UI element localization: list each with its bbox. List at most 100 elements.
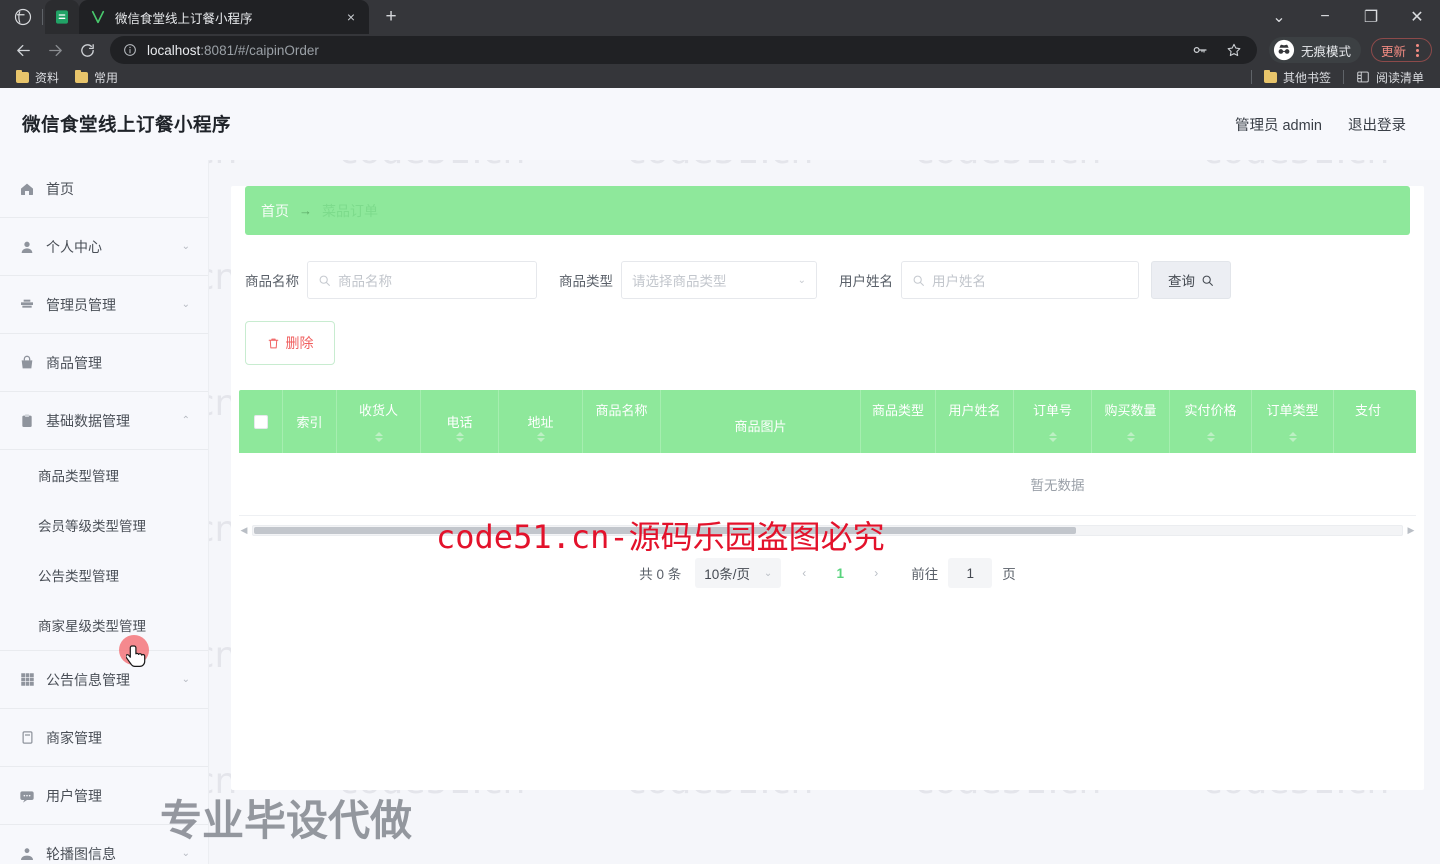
window-controls: ⌄ − ❐ ✕: [1256, 0, 1440, 34]
omnibox-actions: [1185, 35, 1249, 65]
breadcrumb-home[interactable]: 首页: [261, 201, 289, 221]
back-icon[interactable]: [8, 35, 38, 65]
tab-close-icon[interactable]: ×: [341, 7, 361, 27]
page-size-value: 10条/页: [704, 567, 751, 582]
sidebar-item-merchant-management[interactable]: 商家管理: [0, 709, 208, 767]
sort-arrows-icon[interactable]: [1048, 432, 1057, 442]
query-button-label: 查询: [1168, 274, 1195, 289]
sidebar-item-goods-management[interactable]: 商品管理: [0, 334, 208, 392]
window-expand-button[interactable]: ⌄: [1256, 0, 1302, 34]
chevron-down-icon: ⌄: [763, 567, 773, 579]
new-tab-button[interactable]: +: [377, 3, 405, 31]
sidebar-item-label: 基础数据管理: [46, 412, 130, 429]
sort-arrows-icon[interactable]: [1288, 432, 1297, 442]
table-header-label: 商品名称: [595, 403, 648, 418]
table-header-label: 商品类型: [871, 403, 924, 418]
query-button[interactable]: 查询: [1151, 261, 1231, 299]
sort-arrows-icon[interactable]: [1206, 432, 1215, 442]
window-close-button[interactable]: ✕: [1394, 0, 1440, 34]
goods-type-placeholder: 请选择商品类型: [632, 274, 727, 289]
table-header-cell-goods_type: 商品类型: [861, 390, 936, 453]
table-header-label: 实付价格: [1184, 403, 1237, 418]
bookmark-item[interactable]: 资料: [10, 67, 65, 88]
table-header-label: 订单类型: [1266, 403, 1319, 418]
scroll-right-icon[interactable]: ▶: [1406, 525, 1416, 536]
info-circle-icon[interactable]: [122, 42, 138, 58]
update-button[interactable]: 更新: [1370, 38, 1432, 62]
goods-icon: [18, 354, 36, 372]
goto-page-input[interactable]: 1: [948, 558, 993, 588]
logout-button[interactable]: 退出登录: [1348, 114, 1406, 135]
table-header-cell-order_type[interactable]: 订单类型: [1252, 390, 1334, 453]
sidebar-subitem-label: 商品类型管理: [38, 469, 119, 484]
reading-list-button[interactable]: 阅读清单: [1350, 67, 1430, 88]
delete-button[interactable]: 删除: [245, 321, 335, 365]
sidebar-item-notice-info-management[interactable]: 公告信息管理 ⌄: [0, 651, 208, 709]
page-size-select[interactable]: 10条/页 ⌄: [695, 558, 782, 588]
person-icon: [18, 845, 36, 863]
sort-arrows-icon[interactable]: [455, 432, 464, 442]
table-header-cell-phone[interactable]: 电话: [421, 390, 499, 453]
sidebar-item-personal-center[interactable]: 个人中心 ⌄: [0, 218, 208, 276]
sort-arrows-icon[interactable]: [374, 432, 383, 442]
sidebar-subitem-goods-type[interactable]: 商品类型管理: [0, 450, 208, 500]
tab-favicon-group: [6, 0, 79, 34]
forward-icon[interactable]: [40, 35, 70, 65]
select-all-checkbox[interactable]: [253, 414, 268, 429]
sidebar-item-admin-management[interactable]: 管理员管理 ⌄: [0, 276, 208, 334]
sidebar-subitem-label: 公告类型管理: [38, 569, 119, 584]
sidebar-subitem-member-level-type[interactable]: 会员等级类型管理: [0, 500, 208, 550]
window-minimize-button[interactable]: −: [1302, 0, 1348, 34]
tab-strip: 微信食堂线上订餐小程序 × + ⌄ − ❐ ✕: [0, 0, 1440, 34]
goods-name-input[interactable]: 商品名称: [307, 261, 537, 299]
user-icon: [18, 238, 36, 256]
sidebar-item-home[interactable]: 首页: [0, 160, 208, 218]
sort-arrows-icon[interactable]: [536, 432, 545, 442]
table-header-cell-address[interactable]: 地址: [499, 390, 583, 453]
table-header-label: 索引: [296, 415, 323, 430]
table-header-cell-goods_name: 商品名称: [583, 390, 661, 453]
breadcrumb-arrow-icon: →: [299, 203, 312, 218]
reload-icon[interactable]: [72, 35, 102, 65]
user-name-input[interactable]: 用户姓名: [901, 261, 1139, 299]
reading-list-icon: [1356, 70, 1370, 84]
table-header-label: 购买数量: [1104, 403, 1157, 418]
sidebar-item-label: 个人中心: [46, 238, 102, 255]
bookmark-star-icon[interactable]: [1219, 35, 1249, 65]
chevron-down-icon: ⌄: [181, 848, 190, 859]
sidebar-subitem-label: 商家星级类型管理: [38, 619, 146, 634]
admin-icon: [18, 296, 36, 314]
other-bookmarks-label: 其他书签: [1282, 70, 1331, 85]
address-bar[interactable]: localhost:8081/#/caipinOrder: [110, 36, 1257, 64]
watermark-red-text: code51.cn-源码乐园盗图必究: [436, 518, 885, 556]
sidebar-item-basic-data-management[interactable]: 基础数据管理 ⌃: [0, 392, 208, 450]
next-page-button[interactable]: ›: [863, 559, 889, 587]
other-bookmarks-button[interactable]: 其他书签: [1258, 67, 1337, 88]
bookmark-label: 资料: [35, 70, 60, 85]
table-header-cell-checkbox: [239, 390, 283, 453]
goods-type-select[interactable]: 请选择商品类型 ⌄: [621, 261, 817, 299]
browser-tab[interactable]: 微信食堂线上订餐小程序 ×: [79, 0, 369, 34]
table-header-cell-order_no[interactable]: 订单号: [1014, 390, 1092, 453]
prev-page-button[interactable]: ‹: [791, 559, 817, 587]
window-maximize-button[interactable]: ❐: [1348, 0, 1394, 34]
page-number-1[interactable]: 1: [827, 559, 853, 587]
table-header-cell-paid_price[interactable]: 实付价格: [1170, 390, 1252, 453]
table-header-row: 索引 收货人 电话 地址 商品名称 商品图片 商品类型 用户姓名 订单号 购买数量 实付价格 订单类型…: [239, 390, 1416, 453]
chevron-down-icon: ⌄: [181, 299, 190, 310]
search-icon: [318, 274, 331, 287]
pinned-tab-icon[interactable]: [45, 0, 79, 34]
incognito-badge[interactable]: 无痕模式: [1268, 37, 1361, 63]
content-card: 首页 → 菜品订单 商品名称 商品名称 商品类型 请选择商品类型 ⌄ 用户姓名 …: [231, 186, 1424, 790]
bookmarks-separator: [1250, 70, 1252, 84]
sidebar-subitem-notice-type[interactable]: 公告类型管理: [0, 550, 208, 600]
table-header-cell-receiver[interactable]: 收货人: [337, 390, 421, 453]
bookmark-item[interactable]: 常用: [69, 67, 124, 88]
table-header-cell-quantity[interactable]: 购买数量: [1092, 390, 1170, 453]
sort-arrows-icon[interactable]: [1126, 432, 1135, 442]
goods-name-label: 商品名称: [245, 274, 299, 289]
more-menu-icon[interactable]: [1409, 43, 1425, 57]
password-key-icon[interactable]: [1185, 35, 1215, 65]
scroll-left-icon[interactable]: ◀: [239, 525, 249, 536]
sidebar-subitem-merchant-star-type[interactable]: 商家星级类型管理: [0, 600, 208, 650]
